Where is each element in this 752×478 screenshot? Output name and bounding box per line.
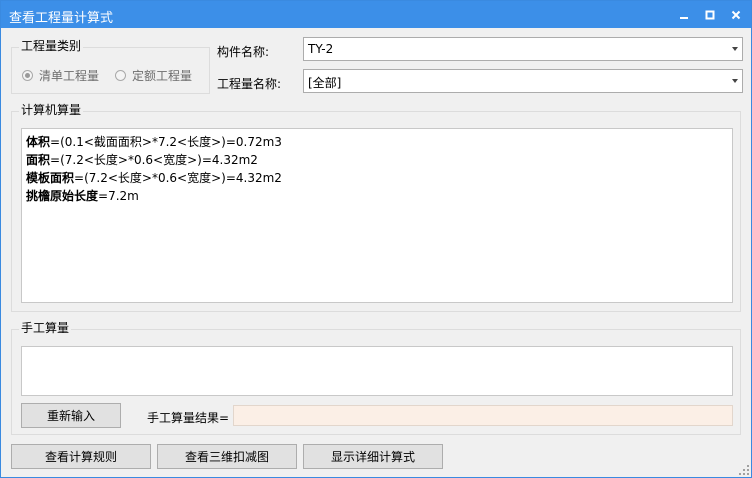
- close-button[interactable]: [723, 1, 749, 28]
- formula-list: 体积=(0.1<截面面积>*7.2<长度>)=0.72m3 面积=(7.2<长度>…: [26, 133, 282, 205]
- computer-calc-text[interactable]: 体积=(0.1<截面面积>*7.2<长度>)=0.72m3 面积=(7.2<长度>…: [21, 128, 733, 303]
- formula-name: 模板面积: [26, 171, 75, 185]
- maximize-button[interactable]: [697, 1, 723, 28]
- manual-result-field: [233, 405, 733, 426]
- component-name-select[interactable]: TY-2: [303, 37, 743, 61]
- formula-name: 面积: [26, 153, 51, 167]
- computer-calc-group-label: 计算机算量: [19, 103, 84, 117]
- radio-bill-quantity[interactable]: 清单工程量: [22, 67, 99, 84]
- quantity-name-select[interactable]: [全部]: [303, 69, 743, 93]
- title-bar[interactable]: 查看工程量计算式: [1, 1, 751, 28]
- chevron-down-icon: [732, 79, 738, 83]
- calc-formula-window: 查看工程量计算式 工程量类别 清单工程量 定额工程量 构件名称: TY-2 工程…: [0, 0, 752, 478]
- formula-line: 模板面积=(7.2<长度>*0.6<宽度>)=4.32m2: [26, 169, 282, 187]
- formula-expression: =7.2m: [98, 189, 139, 203]
- manual-calc-input[interactable]: [21, 346, 733, 396]
- quantity-name-label: 工程量名称:: [217, 77, 282, 91]
- formula-line: 挑檐原始长度=7.2m: [26, 187, 282, 205]
- manual-result-label: 手工算量结果=: [147, 411, 230, 425]
- radio-label: 清单工程量: [39, 69, 100, 83]
- formula-line: 面积=(7.2<长度>*0.6<宽度>)=4.32m2: [26, 151, 282, 169]
- close-icon: [731, 10, 741, 19]
- minimize-button[interactable]: [671, 1, 697, 28]
- radio-quota-quantity[interactable]: 定额工程量: [115, 67, 192, 84]
- formula-expression: =(0.1<截面面积>*7.2<长度>)=0.72m3: [50, 135, 282, 149]
- view-calc-rules-button[interactable]: 查看计算规则: [11, 444, 151, 469]
- quantity-type-group-label: 工程量类别: [19, 39, 84, 53]
- formula-name: 体积: [26, 135, 51, 149]
- component-name-value: TY-2: [308, 42, 334, 56]
- formula-expression: =(7.2<长度>*0.6<宽度>)=4.32m2: [50, 153, 258, 167]
- radio-label: 定额工程量: [132, 69, 193, 83]
- view-3d-deduction-button[interactable]: 查看三维扣减图: [157, 444, 297, 469]
- minimize-icon: [680, 16, 688, 19]
- formula-expression: =(7.2<长度>*0.6<宽度>)=4.32m2: [74, 171, 282, 185]
- radio-circle: [22, 70, 33, 81]
- show-detail-formula-button[interactable]: 显示详细计算式: [303, 444, 443, 469]
- radio-circle: [115, 70, 126, 81]
- quantity-name-value: [全部]: [308, 76, 342, 90]
- manual-calc-group-label: 手工算量: [19, 321, 72, 335]
- chevron-down-icon: [732, 47, 738, 51]
- reenter-button[interactable]: 重新输入: [21, 403, 121, 428]
- formula-line: 体积=(0.1<截面面积>*7.2<长度>)=0.72m3: [26, 133, 282, 151]
- resize-grip-icon[interactable]: [739, 465, 749, 475]
- component-name-label: 构件名称:: [217, 45, 270, 59]
- formula-name: 挑檐原始长度: [26, 189, 99, 203]
- window-title: 查看工程量计算式: [9, 11, 114, 26]
- maximize-icon: [705, 10, 715, 19]
